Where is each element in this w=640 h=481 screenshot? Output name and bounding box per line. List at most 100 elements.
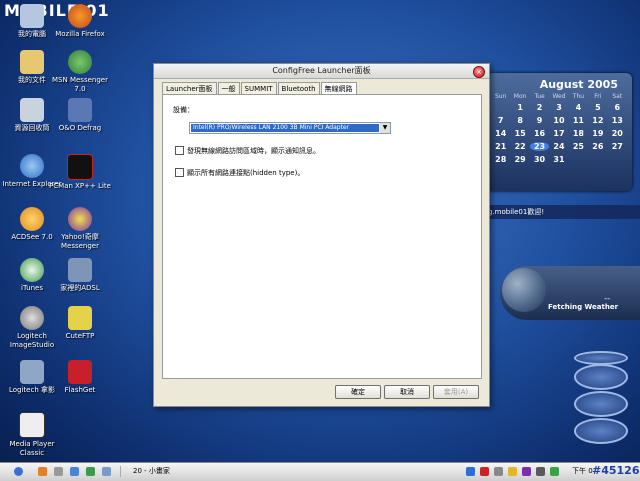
weekday: Sun <box>495 93 507 100</box>
calendar-date: 25 <box>572 142 584 151</box>
counter-watermark: #45126 <box>592 464 640 477</box>
network-icon <box>68 258 92 282</box>
notify-checkbox[interactable] <box>175 146 184 155</box>
calendar-date: 26 <box>592 142 604 151</box>
calendar-date <box>588 155 607 164</box>
ie-quicklaunch-icon[interactable] <box>70 467 79 476</box>
internet-explorer-icon <box>20 154 44 178</box>
pcman-icon <box>67 154 93 180</box>
calendar-date: 14 <box>495 129 507 138</box>
desktop-icon-adsl[interactable]: 家裡的ADSL <box>48 258 112 293</box>
yahoo-messenger-icon <box>68 207 92 231</box>
welcome-message: g.mobile01歡迎! <box>480 205 640 219</box>
calendar-date: 13 <box>611 116 623 125</box>
icon-label: 家裡的ADSL <box>60 284 100 292</box>
calendar-date: 15 <box>514 129 526 138</box>
taskbar-item-paint[interactable]: 20 - 小畫家 <box>120 466 253 477</box>
tab-bluetooth[interactable]: Bluetooth <box>277 82 320 94</box>
calendar-date: 8 <box>517 116 523 125</box>
icon-label: O&O Defrag <box>58 124 102 132</box>
calendar-date: 4 <box>575 103 582 112</box>
calendar-dates: 1 2 3 4 5 6 7 8 9 10 11 12 13 14 15 16 17 18 19 20 21 22 23 24 2… <box>491 103 627 164</box>
tray-flashget-icon[interactable] <box>480 467 489 476</box>
window-titlebar[interactable]: ConfigFree Launcher面板 × <box>154 64 489 79</box>
chevron-down-icon[interactable]: ▼ <box>380 123 390 133</box>
tab-strip: Launcher面板 一般 SUMMIT Bluetooth 無線網路 <box>162 82 358 96</box>
cuteftp-icon <box>68 306 92 330</box>
tab-panel: 設備： Intel(R) PRO/Wireless LAN 2100 3B Mi… <box>162 94 482 379</box>
calendar-date <box>608 155 627 164</box>
device-select[interactable]: Intel(R) PRO/Wireless LAN 2100 3B Mini P… <box>189 122 391 134</box>
icon-label: Yahoo!奇摩 Messenger <box>60 233 99 250</box>
calendar-date: 22 <box>514 142 526 151</box>
weekday: Tue <box>534 93 545 100</box>
tray-bluetooth-icon[interactable] <box>466 467 475 476</box>
tab-general[interactable]: 一般 <box>217 82 240 94</box>
desktop-icon-oo-defrag[interactable]: O&O Defrag <box>48 98 112 133</box>
itunes-quicklaunch-icon[interactable] <box>86 467 95 476</box>
desktop-icon-firefox[interactable]: Mozilla Firefox <box>48 4 112 39</box>
calendar-date <box>491 103 510 112</box>
calendar-date: 27 <box>611 142 623 151</box>
desktop-icon-flashget[interactable]: FlashGet <box>48 360 112 395</box>
calendar-date: 3 <box>556 103 562 112</box>
desktop-icon-yahoo-messenger[interactable]: Yahoo!奇摩 Messenger <box>48 207 112 251</box>
icon-label: Media Player Classic <box>9 440 55 457</box>
window-title: ConfigFree Launcher面板 <box>272 66 371 75</box>
close-icon[interactable]: × <box>473 66 485 78</box>
hidden-network-checkbox[interactable] <box>175 168 184 177</box>
calendar-date: 29 <box>514 155 526 164</box>
flashget-icon <box>68 360 92 384</box>
dock-button-phone[interactable] <box>574 351 628 365</box>
taskbar-clock: 下午 0 <box>572 467 593 475</box>
firefox-icon <box>68 4 92 28</box>
apply-button[interactable]: 套用(A) <box>433 385 479 399</box>
ok-button[interactable]: 確定 <box>335 385 381 399</box>
calendar-date: 16 <box>533 129 546 138</box>
calendar-date: 23 <box>529 142 550 151</box>
icon-label: FlashGet <box>64 386 96 394</box>
tab-launcher[interactable]: Launcher面板 <box>162 82 217 94</box>
device-select-value: Intel(R) PRO/Wireless LAN 2100 3B Mini P… <box>191 124 379 132</box>
desktop-icon-media-player-classic[interactable]: Media Player Classic <box>0 412 64 458</box>
dock-button-network[interactable] <box>574 418 628 444</box>
weather-status: Fetching Weather <box>548 303 619 311</box>
calendar-date: 17 <box>553 129 565 138</box>
cancel-button[interactable]: 取消 <box>384 385 430 399</box>
tab-summit[interactable]: SUMMIT <box>240 82 277 94</box>
start-icon[interactable] <box>14 467 23 476</box>
tray-msn-icon[interactable] <box>508 467 517 476</box>
firefox-quicklaunch-icon[interactable] <box>38 467 47 476</box>
dock-button-wireless[interactable] <box>574 391 628 417</box>
desktop-quicklaunch-icon[interactable] <box>102 467 111 476</box>
tray-yahoo-icon[interactable] <box>522 467 531 476</box>
taskbar: 20 - 小畫家 下午 0 #45126 <box>0 462 640 481</box>
calendar-date: 20 <box>611 129 623 138</box>
recycle-bin-icon <box>20 98 44 122</box>
calendar-widget: August 2005 Sun Mon Tue Wed Thu Fri Sat … <box>487 73 632 191</box>
calendar-date: 6 <box>614 103 621 112</box>
tray-network-icon[interactable] <box>494 467 503 476</box>
tray-volume-icon[interactable] <box>536 467 545 476</box>
weekday: Mon <box>513 93 527 100</box>
icon-label: Mozilla Firefox <box>55 30 105 38</box>
desktop-icon-cuteftp[interactable]: CuteFTP <box>48 306 112 341</box>
settings-quicklaunch-icon[interactable] <box>54 467 63 476</box>
desktop-icon-pcman[interactable]: PCMan XP++ Lite <box>48 154 112 191</box>
device-label: 設備： <box>173 106 194 114</box>
dock-button-disc[interactable] <box>574 364 628 390</box>
hidden-network-checkbox-label: 顯示所有網路連接點(hidden type)。 <box>187 169 305 177</box>
desktop-icon-msn[interactable]: MSN Messenger 7.0 <box>48 50 112 94</box>
tray-battery-icon[interactable] <box>550 467 559 476</box>
camera-icon <box>20 360 44 384</box>
icon-label: PCMan XP++ Lite <box>49 182 111 190</box>
weather-widget[interactable]: -- Fetching Weather <box>500 266 640 320</box>
itunes-icon <box>20 258 44 282</box>
calendar-date: 9 <box>536 116 543 125</box>
calendar-date: 18 <box>572 129 584 138</box>
configfree-window: ConfigFree Launcher面板 × Launcher面板 一般 SU… <box>153 63 490 407</box>
icon-label: MSN Messenger 7.0 <box>52 76 108 93</box>
calendar-date: 11 <box>572 116 584 125</box>
calendar-date <box>569 155 588 164</box>
weekday: Thu <box>572 93 585 100</box>
